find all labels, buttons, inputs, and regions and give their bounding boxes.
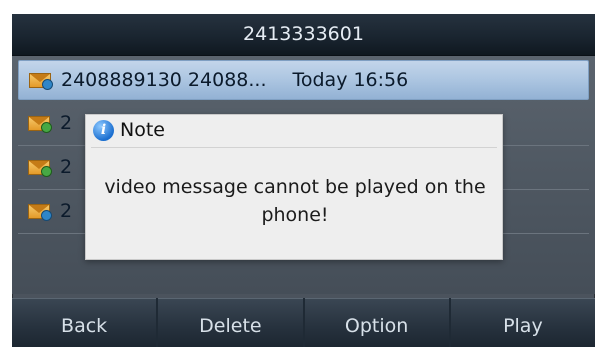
phone-screen-frame: 2413333601 2408889130 24088... Today 16:…: [0, 0, 607, 352]
message-number: 2408889130 24088...: [61, 69, 267, 91]
message-number: 2: [60, 112, 73, 134]
message-time: Today 16:56: [292, 69, 409, 91]
video-message-envelope-icon: [29, 69, 55, 91]
note-dialog: i Note video message cannot be played on…: [85, 114, 503, 260]
message-number: 2: [60, 200, 73, 222]
dialog-divider: [91, 147, 497, 148]
dialog-title-bar: i Note: [86, 115, 502, 145]
softkey-bar: Back Delete Option Play: [12, 298, 595, 347]
dialog-message: video message cannot be played on the ph…: [104, 176, 486, 226]
dialog-title: Note: [120, 119, 165, 141]
back-button[interactable]: Back: [12, 298, 157, 347]
delete-button[interactable]: Delete: [158, 298, 303, 347]
phone-screen: 2413333601 2408889130 24088... Today 16:…: [12, 14, 595, 347]
option-button[interactable]: Option: [304, 298, 449, 347]
video-message-envelope-icon: [28, 112, 54, 134]
info-icon: i: [93, 119, 114, 141]
play-button[interactable]: Play: [450, 298, 595, 347]
video-message-envelope-icon: [28, 156, 54, 178]
video-message-envelope-icon: [28, 200, 54, 222]
list-item[interactable]: 2408889130 24088... Today 16:56: [18, 60, 589, 100]
page-title: 2413333601: [12, 14, 595, 56]
message-number: 2: [60, 156, 73, 178]
